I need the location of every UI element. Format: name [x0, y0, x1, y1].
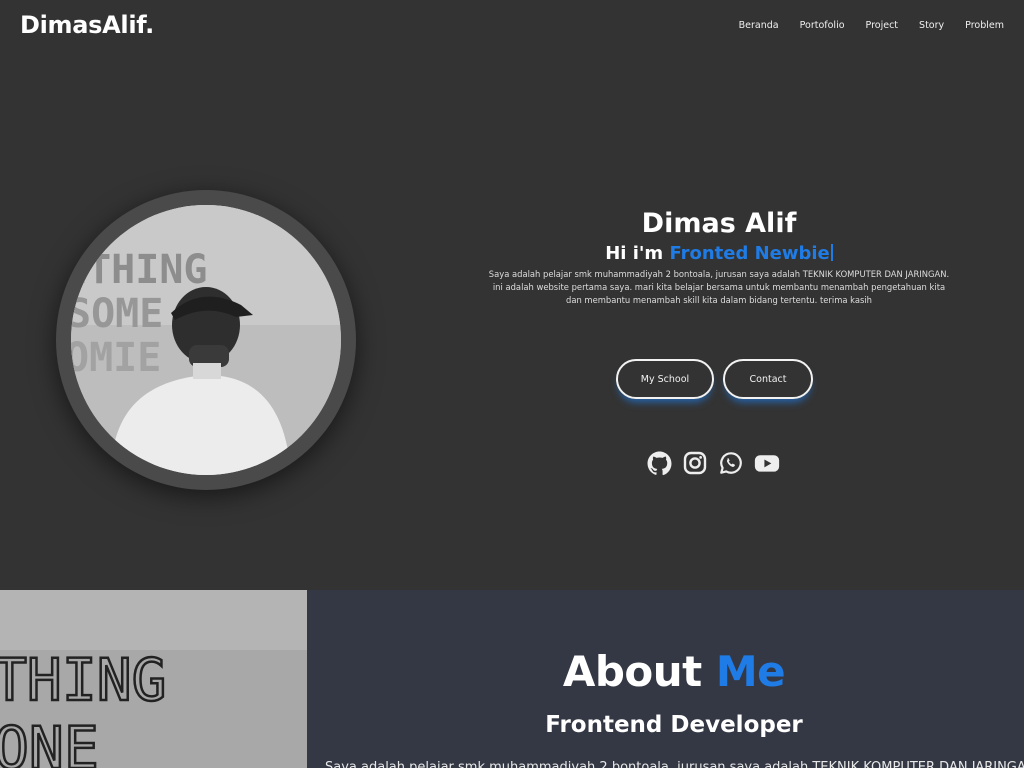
about-title-main: About — [562, 647, 716, 696]
photo-wall-text: THING — [0, 646, 167, 714]
about-title-accent: Me — [715, 647, 786, 696]
hero-text-block: Dimas Alif Hi i'm Fronted Newbie Saya ad… — [486, 206, 952, 307]
about-description: Saya adalah pelajar smk muhammadiyah 2 b… — [325, 760, 1024, 768]
instagram-icon[interactable] — [682, 450, 708, 476]
youtube-icon[interactable] — [754, 450, 780, 476]
nav-links: Beranda Portofolio Project Story Problem — [739, 20, 1004, 31]
hero-description: Saya adalah pelajar smk muhammadiyah 2 b… — [488, 269, 950, 305]
nav-link-project[interactable]: Project — [866, 20, 899, 31]
nav-link-problem[interactable]: Problem — [965, 20, 1004, 31]
hero-name: Dimas Alif — [641, 208, 797, 239]
nav-link-story[interactable]: Story — [919, 20, 944, 31]
about-subtitle: Frontend Developer — [545, 712, 803, 738]
photo-wall-text: OMIE — [71, 335, 161, 381]
whatsapp-icon[interactable] — [718, 450, 744, 476]
contact-button[interactable]: Contact — [723, 359, 813, 399]
nav-link-beranda[interactable]: Beranda — [739, 20, 779, 31]
profile-photo: ETHING SOME OMIE — [71, 205, 341, 475]
typing-caret — [830, 244, 833, 261]
photo-wall-text: ETHING — [71, 247, 208, 293]
hero-role: Fronted Newbie — [669, 243, 830, 264]
brand-logo[interactable]: DimasAlif. — [20, 11, 154, 39]
social-links — [646, 450, 780, 476]
about-photo: THING ONE — [0, 590, 307, 768]
avatar-frame: ETHING SOME OMIE — [56, 190, 356, 490]
photo-wall-text: ONE — [0, 714, 99, 768]
github-icon[interactable] — [646, 450, 672, 476]
nav-link-portofolio[interactable]: Portofolio — [800, 20, 845, 31]
about-title: About Me — [307, 647, 1024, 697]
hero-greeting-line: Hi i'm Fronted Newbie — [486, 242, 952, 266]
hero-greeting: Hi i'm — [605, 243, 670, 264]
hero-buttons: My School Contact — [616, 359, 813, 399]
my-school-button[interactable]: My School — [616, 359, 714, 399]
navbar: DimasAlif. Beranda Portofolio Project St… — [0, 0, 1024, 56]
photo-wall-text: SOME — [71, 291, 163, 337]
about-section: THING ONE About Me Frontend Developer Sa… — [0, 590, 1024, 768]
hero-section: ETHING SOME OMIE Dimas Alif Hi i'm Front… — [0, 56, 1024, 590]
